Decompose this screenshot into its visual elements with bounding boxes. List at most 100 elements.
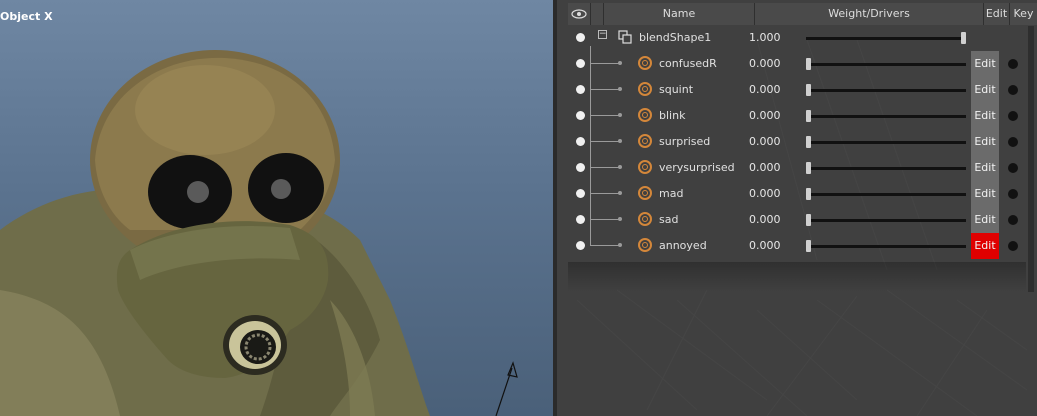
- target-weight-slider[interactable]: [806, 136, 966, 148]
- target-weight-value[interactable]: 0.000: [749, 233, 781, 259]
- tree-branch: [591, 245, 619, 246]
- key-icon[interactable]: [1008, 59, 1018, 69]
- target-weight-slider[interactable]: [806, 188, 966, 200]
- target-row[interactable]: blink 0.000 Edit: [568, 103, 1026, 129]
- tree-node-dot: [618, 61, 622, 65]
- key-icon[interactable]: [1008, 111, 1018, 121]
- target-weight-slider[interactable]: [806, 214, 966, 226]
- visibility-toggle[interactable]: [576, 189, 585, 198]
- header-weight-drivers[interactable]: Weight/Drivers: [755, 3, 984, 25]
- tree-branch: [591, 89, 619, 90]
- slider-handle[interactable]: [806, 214, 811, 226]
- blendshape-name: blendShape1: [639, 31, 712, 44]
- key-icon[interactable]: [1008, 241, 1018, 251]
- target-weight-slider[interactable]: [806, 58, 966, 70]
- column-header: Name Weight/Drivers Edit Key: [568, 3, 1037, 25]
- slider-handle[interactable]: [806, 188, 811, 200]
- target-shape-icon: [638, 82, 652, 96]
- tree-branch: [591, 167, 619, 168]
- blendshape-node-icon: [618, 30, 632, 44]
- target-row[interactable]: surprised 0.000 Edit: [568, 129, 1026, 155]
- tree-branch: [591, 193, 619, 194]
- tree-branch: [591, 219, 619, 220]
- target-name: squint: [659, 83, 694, 96]
- target-weight-slider[interactable]: [806, 162, 966, 174]
- target-row[interactable]: annoyed 0.000 Edit: [568, 233, 1026, 259]
- key-icon[interactable]: [1008, 215, 1018, 225]
- 3d-viewport[interactable]: Object X: [0, 0, 553, 416]
- slider-handle[interactable]: [806, 84, 811, 96]
- slider-handle[interactable]: [961, 32, 966, 44]
- vertical-scrollbar[interactable]: [1028, 26, 1034, 292]
- visibility-toggle[interactable]: [576, 215, 585, 224]
- target-shape-icon: [638, 186, 652, 200]
- target-row[interactable]: mad 0.000 Edit: [568, 181, 1026, 207]
- target-name: sad: [659, 213, 679, 226]
- eye-icon: [571, 9, 587, 19]
- slider-handle[interactable]: [806, 110, 811, 122]
- blendshape-root-row[interactable]: − blendShape1 1.000: [568, 25, 1026, 51]
- target-row[interactable]: verysurprised 0.000 Edit: [568, 155, 1026, 181]
- target-row[interactable]: squint 0.000 Edit: [568, 77, 1026, 103]
- visibility-toggle[interactable]: [576, 33, 585, 42]
- target-weight-value[interactable]: 0.000: [749, 207, 781, 233]
- key-icon[interactable]: [1008, 189, 1018, 199]
- tree-node-dot: [618, 191, 622, 195]
- key-icon[interactable]: [1008, 163, 1018, 173]
- slider-handle[interactable]: [806, 58, 811, 70]
- target-weight-value[interactable]: 0.000: [749, 181, 781, 207]
- edit-button[interactable]: Edit: [971, 103, 999, 129]
- target-shape-icon: [638, 134, 652, 148]
- visibility-toggle[interactable]: [576, 163, 585, 172]
- key-icon[interactable]: [1008, 85, 1018, 95]
- tree-node-dot: [618, 243, 622, 247]
- edit-button[interactable]: Edit: [971, 77, 999, 103]
- header-key[interactable]: Key: [1010, 3, 1037, 25]
- visibility-toggle[interactable]: [576, 241, 585, 250]
- object-label: Object X: [0, 10, 53, 23]
- target-weight-slider[interactable]: [806, 110, 966, 122]
- edit-button[interactable]: Edit: [971, 233, 999, 259]
- target-row[interactable]: confusedR 0.000 Edit: [568, 51, 1026, 77]
- target-weight-slider[interactable]: [806, 240, 966, 252]
- key-icon[interactable]: [1008, 137, 1018, 147]
- edit-button[interactable]: Edit: [971, 155, 999, 181]
- edit-button[interactable]: Edit: [971, 207, 999, 233]
- target-name: blink: [659, 109, 686, 122]
- header-name[interactable]: Name: [604, 3, 755, 25]
- target-weight-value[interactable]: 0.000: [749, 129, 781, 155]
- list-bottom-shadow: [568, 262, 1026, 292]
- target-weight-value[interactable]: 0.000: [749, 77, 781, 103]
- visibility-toggle[interactable]: [576, 85, 585, 94]
- target-shape-icon: [638, 212, 652, 226]
- target-weight-slider[interactable]: [806, 84, 966, 96]
- visibility-toggle[interactable]: [576, 137, 585, 146]
- edit-button[interactable]: Edit: [971, 129, 999, 155]
- shape-editor-panel: Name Weight/Drivers Edit Key − blendShap…: [557, 0, 1037, 416]
- edit-button[interactable]: Edit: [971, 51, 999, 77]
- visibility-toggle[interactable]: [576, 59, 585, 68]
- slider-handle[interactable]: [806, 136, 811, 148]
- target-name: surprised: [659, 135, 711, 148]
- blendshape-weight-value[interactable]: 1.000: [749, 25, 781, 51]
- target-weight-value[interactable]: 0.000: [749, 155, 781, 181]
- target-name: confusedR: [659, 57, 717, 70]
- tree-branch: [591, 63, 619, 64]
- collapse-icon[interactable]: −: [598, 30, 607, 39]
- target-weight-value[interactable]: 0.000: [749, 51, 781, 77]
- header-spacer: [591, 3, 604, 25]
- header-edit[interactable]: Edit: [984, 3, 1010, 25]
- header-visibility[interactable]: [568, 3, 591, 25]
- slider-handle[interactable]: [806, 162, 811, 174]
- blendshape-weight-slider[interactable]: [806, 32, 966, 44]
- tree-branch: [591, 115, 619, 116]
- target-row[interactable]: sad 0.000 Edit: [568, 207, 1026, 233]
- edit-button[interactable]: Edit: [971, 181, 999, 207]
- tree-branch: [591, 141, 619, 142]
- target-shape-icon: [638, 160, 652, 174]
- target-weight-value[interactable]: 0.000: [749, 103, 781, 129]
- visibility-toggle[interactable]: [576, 111, 585, 120]
- tree-node-dot: [618, 87, 622, 91]
- slider-handle[interactable]: [806, 240, 811, 252]
- tree-node-dot: [618, 139, 622, 143]
